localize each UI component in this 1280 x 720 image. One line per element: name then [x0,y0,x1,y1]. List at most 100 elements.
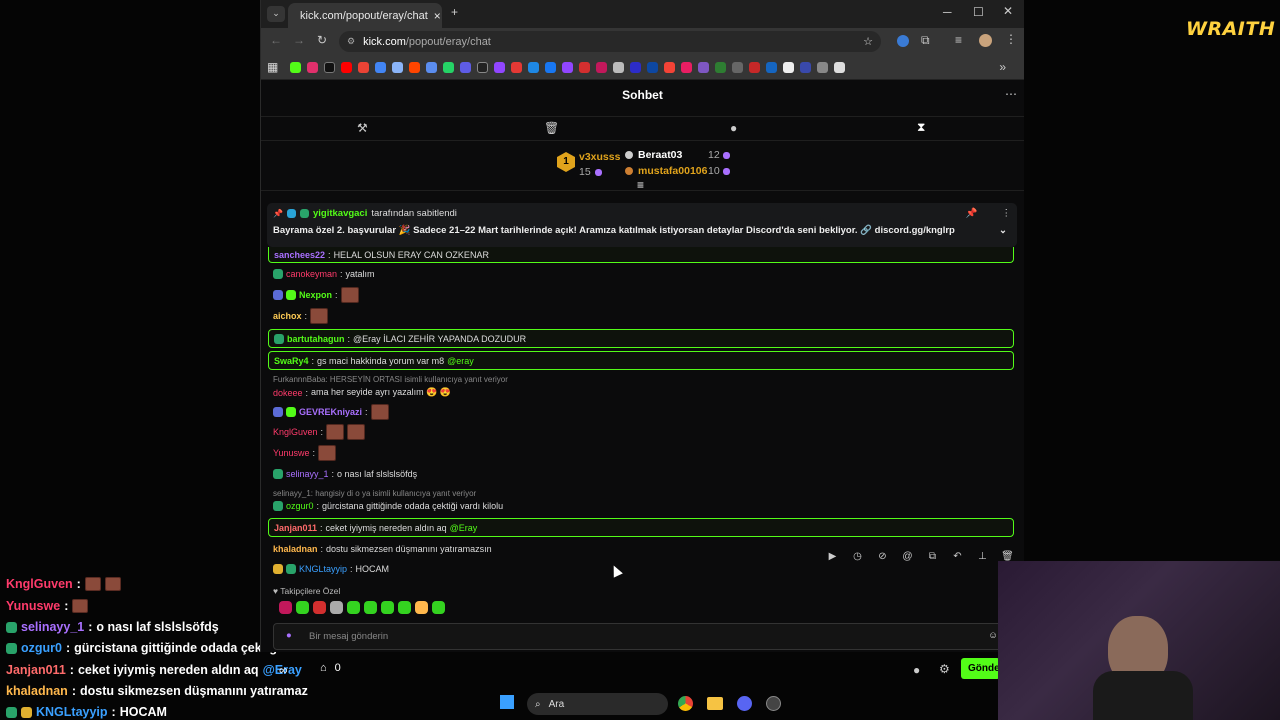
expand-chevron-icon[interactable]: ⌄ [999,225,1007,236]
emote-icon[interactable] [398,601,411,614]
bookmark-youtube-icon[interactable] [341,61,353,73]
more-bookmarks-icon[interactable]: » [999,61,1006,73]
menu-kebab-icon[interactable]: ⋮ [1005,33,1017,45]
hammer-icon[interactable]: ⚒ [357,122,368,134]
maximize-icon[interactable]: ☐ [973,6,984,18]
bookmark-icon[interactable] [749,61,761,73]
extensions-puzzle-icon[interactable]: ⧉ [921,34,930,46]
tab-search-icon[interactable]: ⌄ [267,6,285,22]
profile-avatar[interactable] [979,34,992,47]
forward-icon[interactable]: → [293,34,305,46]
pinned-menu-icon[interactable]: ⋮ [1002,208,1012,219]
trash-icon[interactable]: 🗑 [544,122,559,134]
message-input[interactable]: ● Bir mesaj gönderin ☺ [273,623,1005,650]
extension-icon[interactable] [897,35,909,47]
back-icon[interactable]: ← [270,34,282,46]
chat-options-icon[interactable]: ⋯ [1005,88,1017,100]
chat-bubble-icon[interactable]: ● [913,664,920,676]
emote-icon[interactable] [347,601,360,614]
bookmark-icon[interactable] [715,61,727,73]
chat-message[interactable]: KNGLtayyip: HOCAM [273,564,389,574]
collapse-icon[interactable]: ≡ [637,179,644,191]
new-tab-icon[interactable]: + [451,6,458,18]
bookmark-icon[interactable] [732,61,744,73]
bookmark-twitch-icon[interactable] [562,61,574,73]
emote-icon[interactable] [432,601,445,614]
bookmark-icon[interactable] [817,61,829,73]
connections-icon[interactable]: ∞ [279,664,288,676]
bookmark-icon[interactable] [766,61,778,73]
leader-third-name[interactable]: mustafa00106 [638,165,707,177]
close-window-icon[interactable]: ✕ [1003,5,1013,17]
play-icon[interactable]: ▶ [823,547,842,565]
bookmark-icon[interactable] [596,61,608,73]
hourglass-icon[interactable]: ⧗ [917,121,925,133]
pin-icon[interactable]: ⊥ [973,547,992,565]
bookmark-icon[interactable] [834,61,846,73]
bookmark-google-icon[interactable] [375,61,387,73]
bookmark-icon[interactable] [800,61,812,73]
bookmark-icon[interactable] [477,61,489,73]
chat-message[interactable]: sanchees22: HELAL OLSUN ERAY CAN OZKENAR [268,247,1014,263]
chat-message[interactable]: ozgur0: gürcistana gittiğinde odada çekti… [273,501,503,511]
browser-tab[interactable]: kick.com/popout/eray/chat × [288,3,442,28]
emote-icon[interactable] [279,601,292,614]
at-icon[interactable]: @ [898,547,917,565]
chat-message[interactable]: bartutahagun: @Eray İLACI ZEHİR YAPANDA D… [268,329,1014,348]
bookmark-translate-icon[interactable] [426,61,438,73]
emote-icon[interactable] [313,601,326,614]
url-input[interactable]: ⚙ kick.com/popout/eray/chat ☆ [339,31,881,52]
bookmark-icon[interactable] [528,61,540,73]
minimize-icon[interactable]: ─ [943,6,952,18]
bookmark-icon[interactable] [698,61,710,73]
chat-message[interactable]: Yunuswe: [273,445,337,461]
emote-icon[interactable] [364,601,377,614]
bookmark-gmail-icon[interactable] [358,61,370,73]
taskbar-search[interactable]: ⌕ Ara [527,693,668,715]
discord-icon[interactable] [737,696,752,711]
emote-icon[interactable] [330,601,343,614]
clock-icon[interactable]: ◷ [848,547,867,565]
unpin-icon[interactable]: 📌 [966,208,978,219]
send-button[interactable]: Gönder [961,658,1000,679]
emoji-icon[interactable]: ☺ [988,630,998,641]
chrome-icon[interactable] [678,696,693,711]
reload-icon[interactable]: ↻ [317,34,327,46]
bookmark-icon[interactable] [511,61,523,73]
emote-icon[interactable] [415,601,428,614]
bookmark-icon[interactable] [664,61,676,73]
app-icon[interactable] [766,696,781,711]
media-icon[interactable]: ≡ [955,34,962,46]
bookmark-icon[interactable] [647,61,659,73]
bookmark-icon[interactable] [630,61,642,73]
windows-start-icon[interactable] [500,695,514,709]
chat-message[interactable]: KnglGuven: [273,424,366,440]
bookmark-icon[interactable] [783,61,795,73]
emote-icon[interactable] [296,601,309,614]
bookmark-star-icon[interactable]: ☆ [863,35,873,48]
bookmark-icon[interactable] [579,61,591,73]
site-info-icon[interactable]: ⚙ [347,36,355,47]
chat-message[interactable]: SwaRy4: gs maci hakkinda yorum var m8 @era… [268,351,1014,370]
bookmark-reddit-icon[interactable] [409,61,421,73]
chat-message[interactable]: aichox: [273,308,329,324]
leader-second-name[interactable]: Beraat03 [638,149,682,161]
bookmark-whatsapp-icon[interactable] [443,61,455,73]
bookmark-icon[interactable] [681,61,693,73]
apps-grid-icon[interactable]: ▦ [267,61,278,73]
slash-icon[interactable]: ⊘ [873,547,892,565]
chat-message[interactable]: GEVREKniyazi: [273,404,389,420]
pinned-user[interactable]: yigitkavgaci [313,208,367,219]
chat-message[interactable]: Janjan011: ceket iyiymiş nereden aldın aq… [268,518,1014,537]
bookmark-kick-icon[interactable] [290,61,302,73]
chat-message[interactable]: dokeee: ama her seyide ayrı yazalım 😍 😍 [273,387,451,398]
bookmark-icon[interactable] [494,61,506,73]
bookmark-instagram-icon[interactable] [307,61,319,73]
close-tab-icon[interactable]: × [434,9,441,23]
chat-message[interactable]: khaladnan: dostu sikmezsen düşmanını yatı… [273,544,492,554]
microphone-icon[interactable]: ● [286,630,292,641]
leader-first-name[interactable]: v3xusss [579,151,620,163]
bookmark-x-icon[interactable] [324,61,336,73]
file-explorer-icon[interactable] [707,697,723,710]
settings-gear-icon[interactable]: ⚙ [939,663,950,675]
